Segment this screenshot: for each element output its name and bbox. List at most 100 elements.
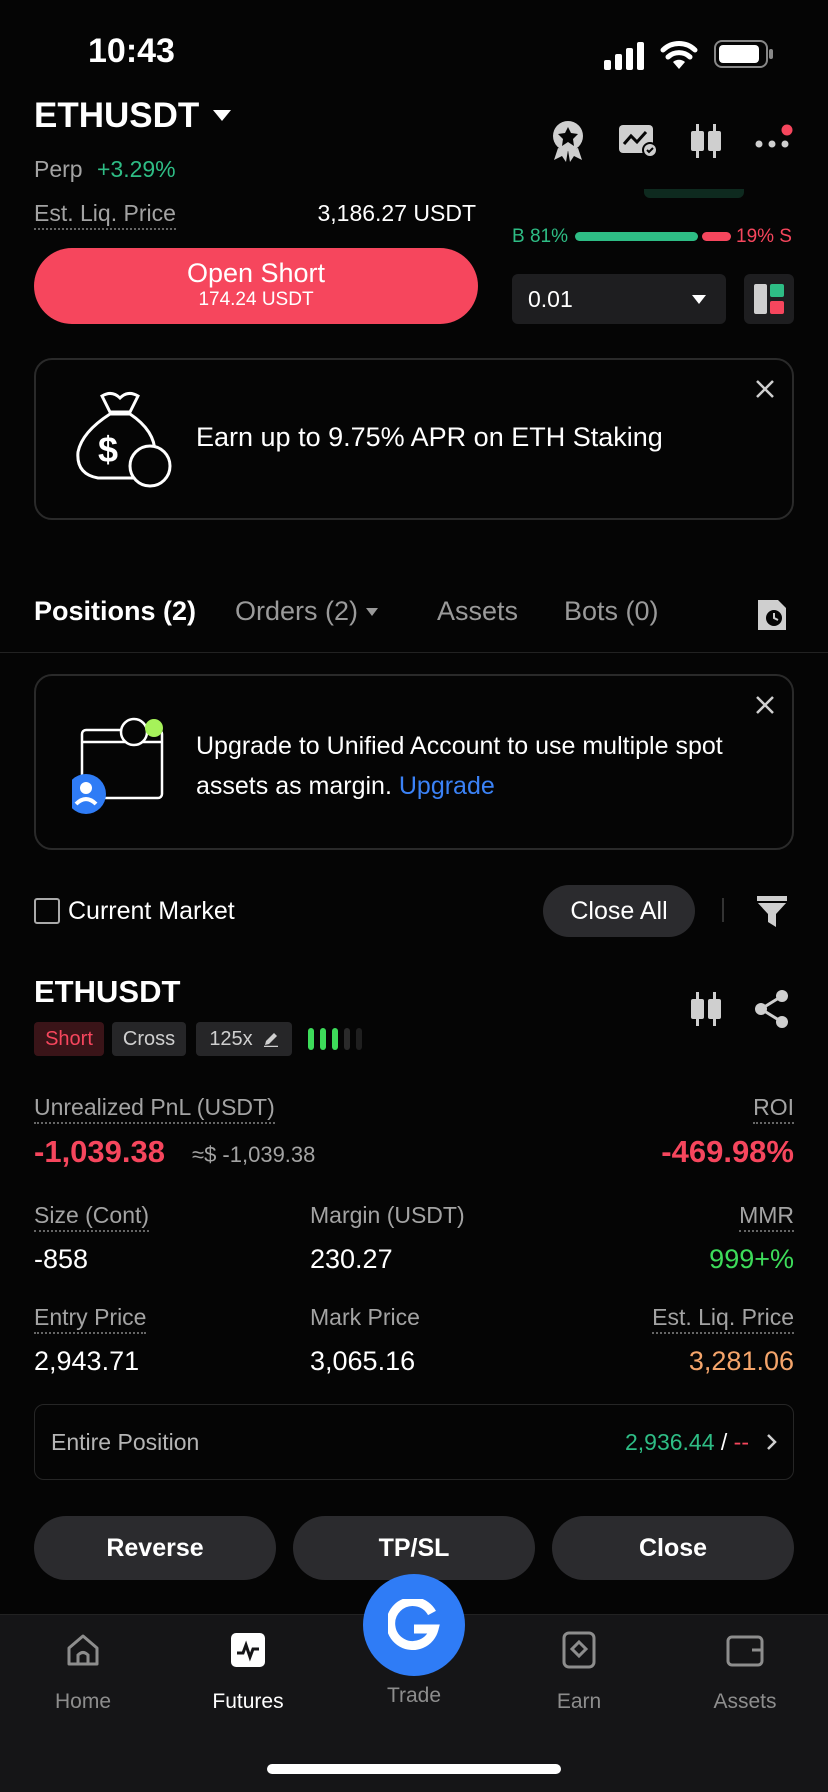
chart-check-icon[interactable] bbox=[618, 124, 658, 158]
est-liq-price-value: 3,281.06 bbox=[688, 1346, 794, 1376]
staking-promo-card[interactable]: $ Earn up to 9.75% APR on ETH Staking bbox=[34, 358, 794, 520]
candlestick-icon[interactable] bbox=[688, 990, 724, 1028]
wifi-icon bbox=[660, 41, 698, 69]
nav-assets[interactable]: Assets bbox=[685, 1630, 805, 1714]
caret-down-icon bbox=[692, 294, 706, 304]
tpsl-button[interactable]: TP/SL bbox=[293, 1516, 535, 1580]
quantity-dropdown[interactable]: 0.01 bbox=[512, 274, 726, 324]
nav-trade[interactable]: Trade bbox=[354, 1630, 474, 1708]
nav-futures-label: Futures bbox=[212, 1690, 284, 1713]
home-icon bbox=[67, 1634, 99, 1666]
orderbook-edge bbox=[644, 180, 744, 198]
est-liq-price-value: 3,186.27 USDT bbox=[317, 200, 476, 226]
buy-ratio: B 81% bbox=[512, 226, 568, 247]
nav-earn[interactable]: Earn bbox=[519, 1630, 639, 1714]
price-change: +3.29% bbox=[96, 156, 176, 182]
tab-positions[interactable]: Positions (2) bbox=[34, 596, 196, 627]
margin-mode-tag: Cross bbox=[112, 1022, 186, 1056]
mmr-label: MMR bbox=[739, 1202, 794, 1232]
mark-price-value: 3,065.16 bbox=[310, 1346, 416, 1376]
signal-icon bbox=[604, 42, 644, 70]
upgrade-text: Upgrade to Unified Account to use multip… bbox=[196, 726, 756, 806]
money-bag-icon: $ bbox=[76, 391, 172, 488]
filter-icon[interactable] bbox=[756, 894, 788, 928]
stop-loss-value: -- bbox=[733, 1428, 749, 1455]
position-symbol: ETHUSDT bbox=[34, 974, 181, 1009]
est-liq-price-label: Est. Liq. Price bbox=[652, 1304, 794, 1334]
take-profit-value: 2,936.44 bbox=[624, 1428, 715, 1455]
nav-home[interactable]: Home bbox=[23, 1630, 143, 1714]
caret-down-icon bbox=[366, 607, 379, 616]
close-icon[interactable] bbox=[756, 380, 774, 398]
tpsl-label: Entire Position bbox=[51, 1428, 200, 1455]
battery-icon bbox=[714, 40, 773, 68]
layout-icon bbox=[754, 284, 784, 314]
history-icon[interactable] bbox=[756, 598, 788, 632]
nav-assets-label: Assets bbox=[713, 1690, 777, 1713]
tab-orders[interactable]: Orders (2) bbox=[235, 596, 379, 627]
risk-level-icon bbox=[308, 1028, 362, 1050]
symbol-title: ETHUSDT bbox=[34, 96, 200, 135]
size-value: -858 bbox=[34, 1244, 89, 1274]
share-icon[interactable] bbox=[754, 990, 790, 1028]
close-icon[interactable] bbox=[756, 696, 774, 714]
tab-bots[interactable]: Bots (0) bbox=[564, 596, 659, 627]
entry-price-value: 2,943.71 bbox=[34, 1346, 140, 1376]
reverse-button[interactable]: Reverse bbox=[34, 1516, 276, 1580]
nav-home-label: Home bbox=[54, 1690, 112, 1713]
leverage-value: 125x bbox=[209, 1027, 253, 1050]
status-time: 10:43 bbox=[88, 32, 175, 70]
leverage-tag[interactable]: 125x bbox=[196, 1022, 292, 1056]
est-liq-price-label: Est. Liq. Price bbox=[34, 200, 176, 230]
wallet-icon bbox=[726, 1635, 764, 1667]
chevron-right-icon bbox=[767, 1434, 777, 1450]
nav-futures[interactable]: Futures bbox=[188, 1630, 308, 1714]
upgrade-banner: Upgrade to Unified Account to use multip… bbox=[34, 674, 794, 850]
unrealized-pnl-usd: ≈$ -1,039.38 bbox=[192, 1142, 316, 1167]
close-position-button[interactable]: Close bbox=[552, 1516, 794, 1580]
unrealized-pnl-label: Unrealized PnL (USDT) bbox=[34, 1094, 275, 1124]
current-market-checkbox[interactable] bbox=[34, 898, 60, 924]
margin-value: 230.27 bbox=[310, 1244, 393, 1274]
contract-info: Perp +3.29% bbox=[34, 156, 176, 183]
mmr-value: 999+% bbox=[709, 1244, 794, 1274]
tpsl-row[interactable]: Entire Position 2,936.44 / -- bbox=[34, 1404, 794, 1480]
ratio-bar-buy bbox=[575, 232, 698, 241]
roi-label: ROI bbox=[753, 1094, 794, 1124]
trade-spacer bbox=[394, 1630, 434, 1670]
roi-value: -469.98% bbox=[661, 1134, 794, 1169]
nav-earn-label: Earn bbox=[556, 1690, 602, 1713]
filter-divider bbox=[722, 898, 724, 922]
upgrade-link[interactable]: Upgrade bbox=[399, 772, 495, 800]
layout-toggle-button[interactable] bbox=[744, 274, 794, 324]
candlestick-icon[interactable] bbox=[688, 122, 724, 160]
side-tag: Short bbox=[34, 1022, 104, 1056]
promo-text: Earn up to 9.75% APR on ETH Staking bbox=[196, 422, 663, 452]
margin-label: Margin (USDT) bbox=[310, 1202, 465, 1228]
sell-ratio: 19% S bbox=[736, 226, 792, 247]
earn-icon bbox=[562, 1631, 596, 1669]
more-icon[interactable] bbox=[754, 124, 794, 154]
svg-text:$: $ bbox=[98, 429, 118, 470]
unrealized-pnl-value: -1,039.38 bbox=[34, 1134, 165, 1169]
open-short-button[interactable]: Open Short 174.24 USDT bbox=[34, 248, 478, 324]
status-bar: 10:43 bbox=[0, 0, 828, 100]
futures-icon bbox=[231, 1633, 265, 1667]
tab-orders-label: Orders (2) bbox=[235, 596, 359, 626]
ratio-bar-sell bbox=[702, 232, 731, 241]
contract-type: Perp bbox=[34, 156, 83, 182]
close-all-button[interactable]: Close All bbox=[543, 885, 695, 937]
badge-icon[interactable] bbox=[548, 118, 588, 162]
mark-price-label: Mark Price bbox=[310, 1304, 420, 1330]
symbol-selector[interactable]: ETHUSDT bbox=[34, 96, 232, 136]
size-label: Size (Cont) bbox=[34, 1202, 150, 1232]
nav-trade-label: Trade bbox=[386, 1684, 442, 1707]
edit-icon bbox=[263, 1033, 278, 1047]
current-market-label: Current Market bbox=[68, 897, 235, 925]
entry-price-label: Entry Price bbox=[34, 1304, 147, 1334]
quantity-value: 0.01 bbox=[528, 285, 573, 312]
caret-down-icon bbox=[213, 110, 232, 121]
home-indicator bbox=[267, 1764, 561, 1774]
open-short-label: Open Short bbox=[186, 258, 326, 288]
tab-assets[interactable]: Assets bbox=[437, 596, 518, 627]
